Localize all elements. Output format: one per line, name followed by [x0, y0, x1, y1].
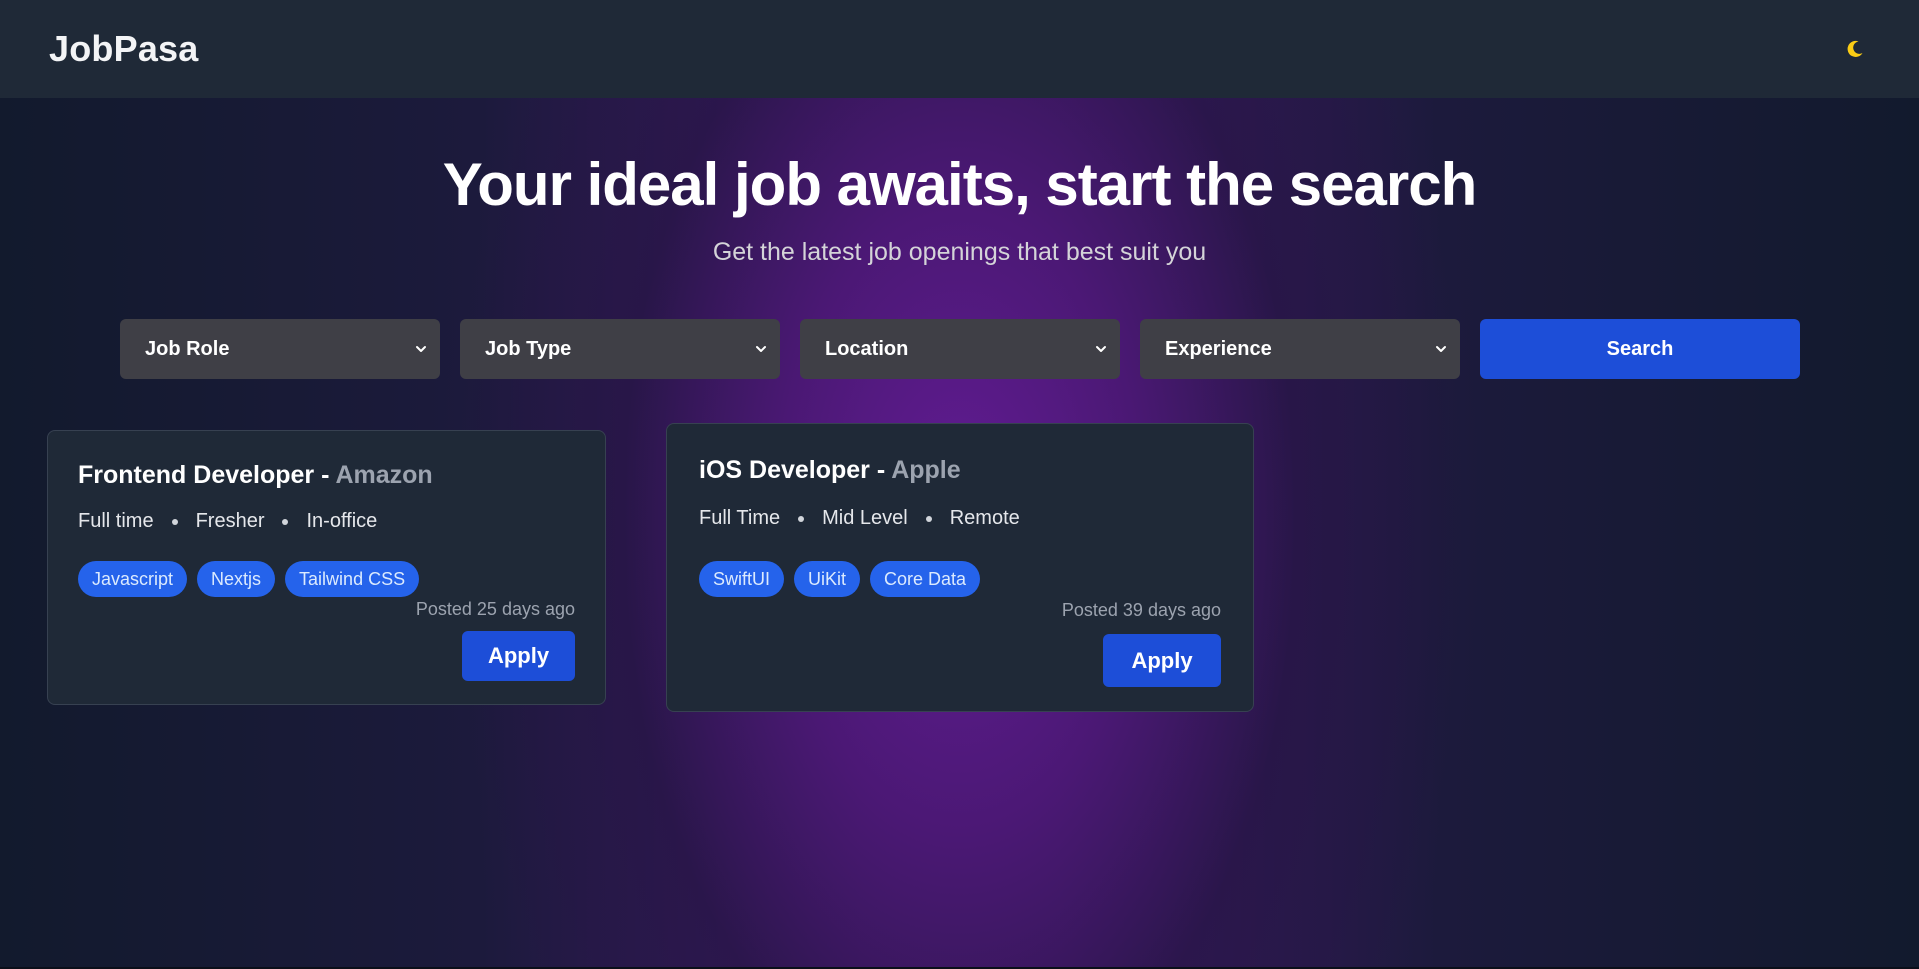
theme-toggle-button[interactable] [1839, 33, 1871, 65]
experience-level: Mid Level [822, 507, 908, 529]
hero-subtitle: Get the latest job openings that best su… [712, 238, 1207, 266]
brand-logo[interactable]: JobPasa [49, 28, 198, 70]
posted-date: Posted 25 days ago [415, 599, 575, 619]
skill-tag: Core Data [870, 561, 981, 597]
crescent-moon-icon [1847, 40, 1863, 57]
title-separator: - [314, 461, 336, 489]
employment-type: Full time [78, 510, 154, 532]
experience-select[interactable]: Experience [1140, 319, 1460, 379]
job-role-select[interactable]: Job Role [120, 319, 440, 379]
search-button[interactable]: Search [1480, 319, 1800, 379]
employment-type: Full Time [699, 507, 781, 529]
bullet-separator [798, 515, 805, 522]
work-mode: Remote [949, 507, 1020, 529]
job-card: Frontend Developer - Amazon Full time Fr… [47, 430, 606, 705]
job-title: Frontend Developer [78, 461, 315, 489]
search-filters: Job Role Job Type Location Experience Se… [120, 319, 1800, 379]
job-meta: Full Time Mid Level Remote [699, 507, 1020, 530]
job-card-title: Frontend Developer - Amazon [78, 461, 433, 490]
skill-tags: Javascript Nextjs Tailwind CSS [78, 561, 420, 597]
job-role-select-label: Job Role [145, 337, 230, 360]
job-type-select[interactable]: Job Type [460, 319, 780, 379]
chevron-down-icon [416, 346, 426, 352]
apply-button[interactable]: Apply [1103, 634, 1221, 687]
bullet-separator [282, 518, 289, 525]
bullet-separator [171, 518, 178, 525]
skill-tag: Nextjs [197, 561, 276, 597]
skill-tag: Tailwind CSS [285, 561, 420, 597]
experience-level: Fresher [195, 510, 265, 532]
navbar: JobPasa [0, 0, 1919, 98]
experience-select-label: Experience [1165, 337, 1272, 360]
company-name: Amazon [335, 461, 433, 489]
job-type-select-label: Job Type [485, 337, 572, 360]
work-mode: In-office [306, 510, 378, 532]
bullet-separator [925, 515, 932, 522]
skill-tag: Javascript [78, 561, 188, 597]
chevron-down-icon [1096, 346, 1106, 352]
title-separator: - [869, 456, 892, 484]
posted-date: Posted 39 days ago [1061, 600, 1221, 620]
company-name: Apple [891, 456, 961, 484]
skill-tag: UiKit [794, 561, 861, 597]
location-select[interactable]: Location [800, 319, 1120, 379]
hero-title: Your ideal job awaits, start the search [442, 151, 1478, 218]
skill-tags: SwiftUI UiKit Core Data [699, 561, 981, 597]
chevron-down-icon [1436, 346, 1446, 352]
job-title: iOS Developer [699, 456, 870, 484]
location-select-label: Location [825, 337, 909, 360]
skill-tag: SwiftUI [699, 561, 785, 597]
job-meta: Full time Fresher In-office [78, 510, 377, 533]
job-card-title: iOS Developer - Apple [699, 456, 961, 485]
chevron-down-icon [756, 346, 766, 352]
apply-button[interactable]: Apply [462, 631, 575, 681]
job-card: iOS Developer - Apple Full Time Mid Leve… [666, 423, 1254, 712]
